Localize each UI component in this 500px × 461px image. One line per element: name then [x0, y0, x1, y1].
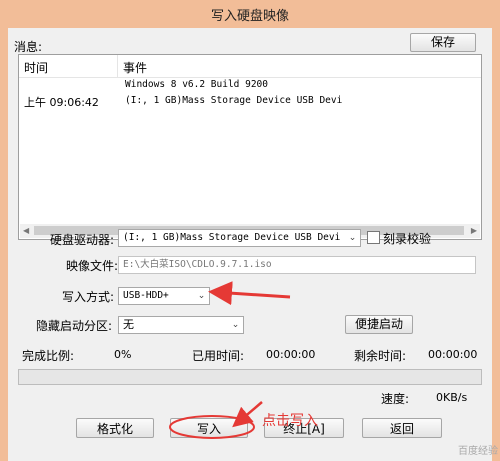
column-header-time[interactable]: 时间 — [24, 59, 48, 76]
hidden-partition-label: 隐藏启动分区: — [36, 319, 113, 333]
message-list[interactable]: 时间 事件 Windows 8 v6.2 Build 9200 上午 09:06… — [18, 54, 482, 240]
title-bar[interactable]: 写入硬盘映像 — [0, 0, 500, 28]
column-header-event[interactable]: 事件 — [123, 59, 147, 76]
image-file-field[interactable]: E:\大白菜ISO\CDLO.9.7.1.iso — [118, 256, 476, 274]
row-1-event: Windows 8 v6.2 Build 9200 — [125, 79, 268, 90]
chevron-down-icon: ⌄ — [231, 320, 240, 330]
dialog-client-area: 消息: 保存 时间 事件 Windows 8 v6.2 Build 9200 上… — [8, 28, 492, 461]
quick-boot-button[interactable]: 便捷启动 — [345, 315, 413, 334]
write-disk-image-window: 写入硬盘映像 消息: 保存 时间 事件 Windows 8 v6.2 Build… — [0, 0, 500, 461]
write-mode-select[interactable]: USB-HDD+ ⌄ — [118, 287, 210, 305]
drive-select[interactable]: (I:, 1 GB)Mass Storage Device USB Devi ⌄ — [118, 229, 361, 247]
save-button[interactable]: 保存 — [410, 33, 476, 52]
progress-value: 0% — [114, 348, 132, 361]
column-divider[interactable] — [117, 55, 118, 77]
progress-bar — [18, 369, 482, 385]
hidden-partition-select[interactable]: 无 ⌄ — [118, 316, 244, 334]
elapsed-value: 00:00:00 — [266, 348, 316, 361]
speed-value: 0KB/s — [436, 391, 468, 404]
chevron-down-icon: ⌄ — [197, 291, 206, 301]
hidden-partition-value: 无 — [123, 318, 134, 331]
elapsed-label: 已用时间: — [192, 349, 245, 363]
watermark: 百度经验 — [458, 446, 498, 457]
row-2-event: (I:, 1 GB)Mass Storage Device USB Devi — [125, 95, 343, 106]
scroll-right-icon[interactable]: ▶ — [471, 226, 477, 235]
write-button[interactable]: 写入 — [170, 418, 248, 438]
drive-label: 硬盘驱动器: — [50, 233, 115, 247]
verify-checkbox[interactable] — [367, 231, 380, 244]
write-mode-label: 写入方式: — [62, 290, 115, 304]
messages-label: 消息: — [14, 40, 43, 54]
window-title: 写入硬盘映像 — [210, 9, 289, 24]
image-file-label: 映像文件: — [66, 259, 119, 273]
annotation-click-write: 点击写入 — [262, 413, 318, 429]
remaining-label: 剩余时间: — [354, 349, 407, 363]
drive-select-value: (I:, 1 GB)Mass Storage Device USB Devi — [123, 232, 341, 243]
write-mode-value: USB-HDD+ — [123, 290, 169, 301]
back-button[interactable]: 返回 — [362, 418, 442, 438]
chevron-down-icon: ⌄ — [348, 233, 357, 243]
list-header: 时间 事件 — [19, 55, 481, 78]
speed-label: 速度: — [381, 392, 410, 406]
verify-label[interactable]: 刻录校验 — [383, 230, 431, 247]
row-2-time: 上午 09:06:42 — [24, 96, 99, 109]
scroll-left-icon[interactable]: ◀ — [23, 226, 29, 235]
format-button[interactable]: 格式化 — [76, 418, 154, 438]
remaining-value: 00:00:00 — [428, 348, 478, 361]
progress-label: 完成比例: — [22, 349, 75, 363]
